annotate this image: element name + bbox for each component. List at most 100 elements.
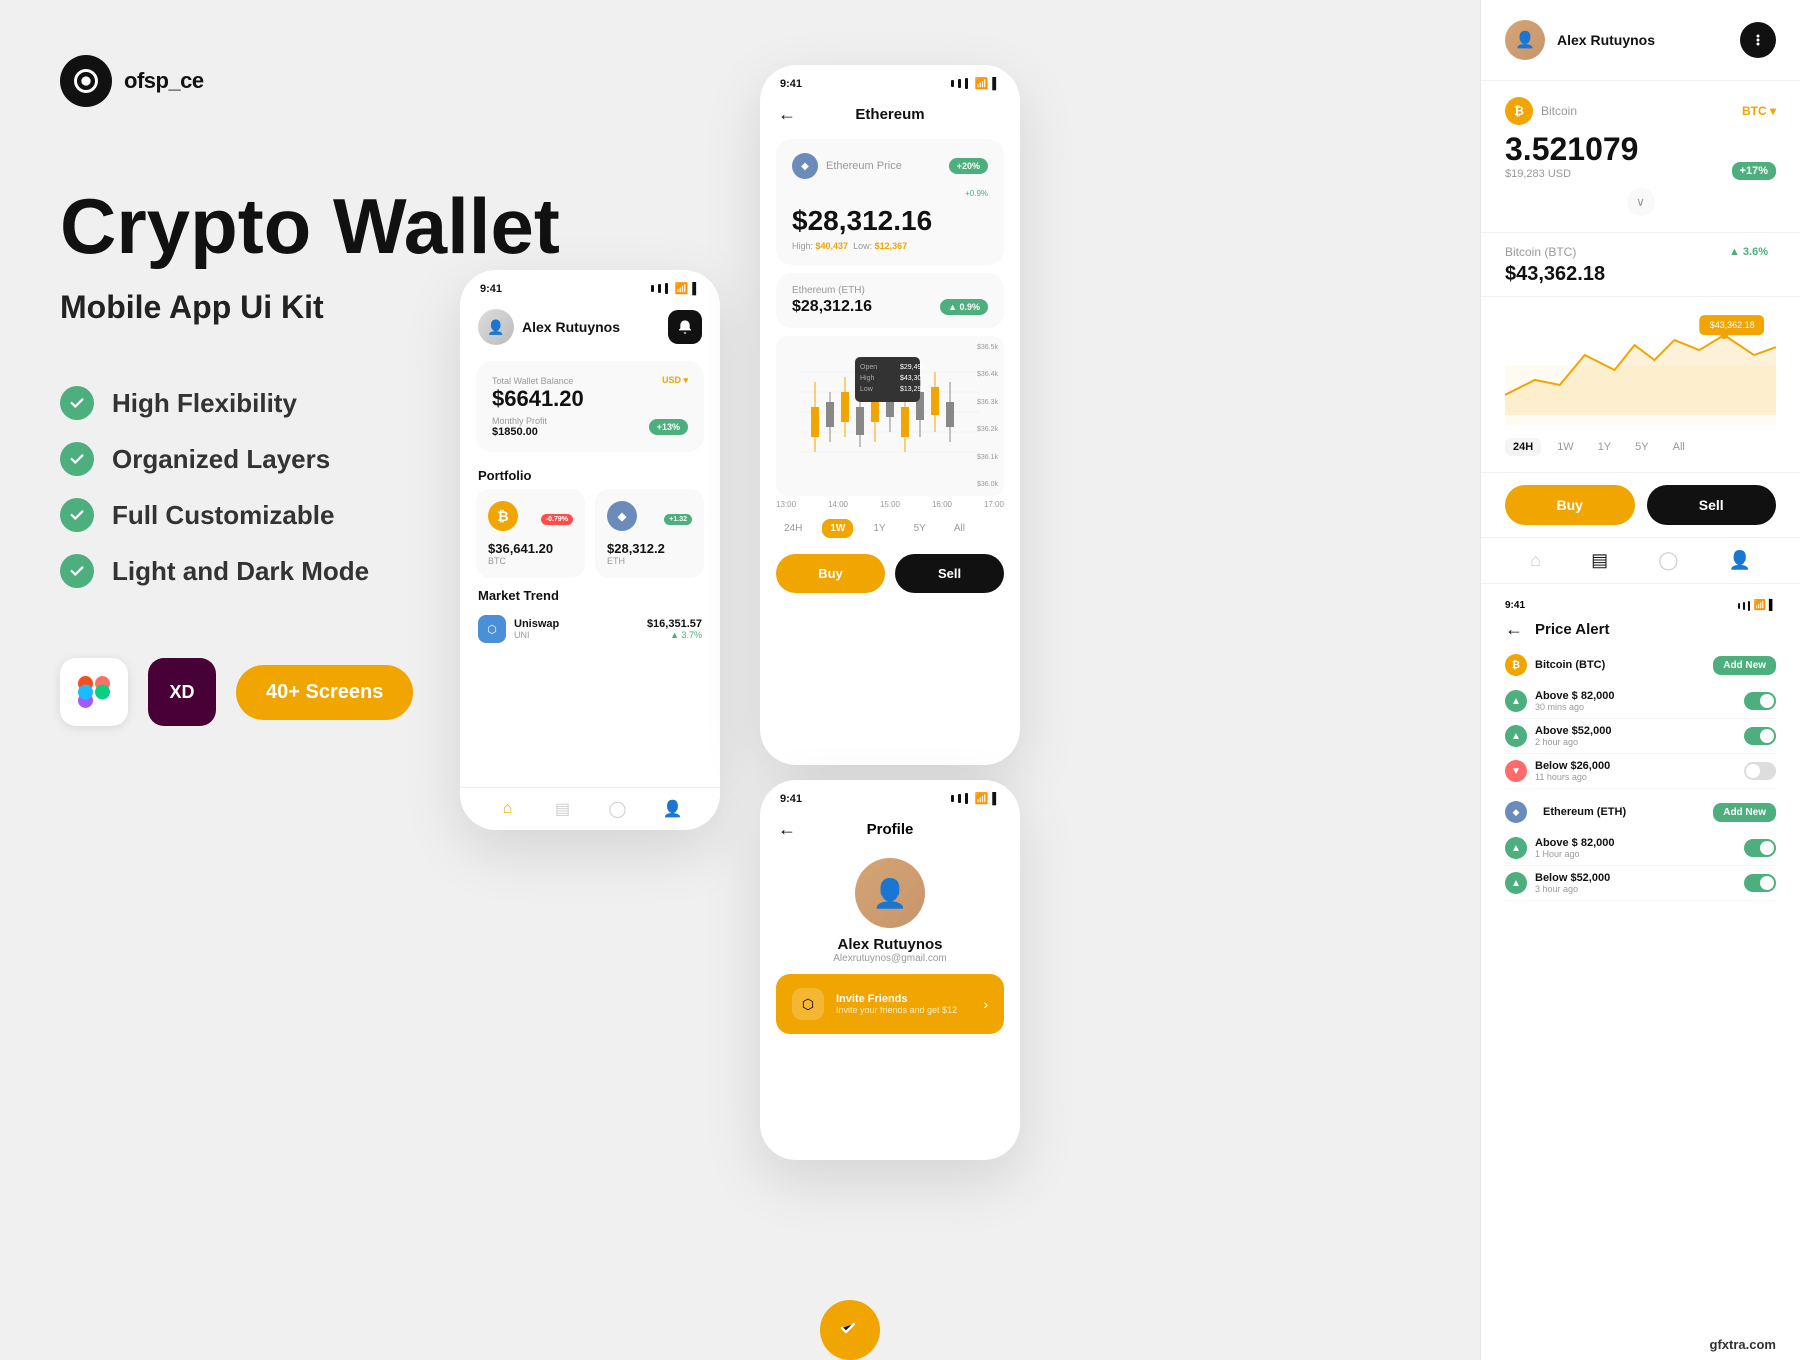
trade-row: Buy Sell bbox=[1481, 473, 1800, 538]
toggle-2[interactable] bbox=[1744, 727, 1776, 745]
phone1-header: 👤 Alex Rutuynos bbox=[460, 301, 720, 355]
btc-big-price: 3.521079 bbox=[1505, 131, 1638, 168]
eth-price: $28,312.2 bbox=[607, 541, 692, 556]
user-name-1: Alex Rutuynos bbox=[522, 319, 620, 335]
phone-mock-ethereum: 9:41 📶 ▌ ← Ethereum ◆ Ethereum Price +20… bbox=[760, 65, 1020, 765]
period-all[interactable]: All bbox=[1665, 438, 1693, 456]
buy-button-right[interactable]: Buy bbox=[1505, 485, 1635, 525]
bottom-nav-1: ⌂ ▤ ◯ 👤 bbox=[460, 787, 720, 830]
tab-24h[interactable]: 24H bbox=[776, 519, 810, 538]
wallet-amount: $6641.20 bbox=[492, 386, 688, 412]
logo-svg bbox=[72, 67, 100, 95]
screens-label: 40+ Screens bbox=[266, 681, 383, 703]
btc-selector[interactable]: BTC ▾ bbox=[1742, 104, 1776, 118]
btc-usd-section: Bitcoin (BTC) ▲ 3.6% $43,362.18 bbox=[1481, 233, 1800, 297]
alert-time-2: 2 hour ago bbox=[1535, 737, 1744, 747]
period-5y[interactable]: 5Y bbox=[1627, 438, 1656, 456]
chart-tabs-2: 24H 1W 1Y 5Y All bbox=[760, 513, 1020, 544]
nav-wallet-right[interactable]: ▤ bbox=[1591, 550, 1608, 571]
candles: $36.5k $36.4k $36.3k $36.2k $36.1k $36.0… bbox=[786, 346, 994, 486]
eth-alert-price-2: Below $52,000 bbox=[1535, 872, 1744, 884]
alert-section: 9:41 📶 ▌ ← Price Alert ₿ Bitcoin (BTC) A… bbox=[1481, 584, 1800, 909]
alert-item-1: ▲ Above $ 82,000 30 mins ago bbox=[1505, 684, 1776, 719]
toggle-3[interactable] bbox=[1744, 762, 1776, 780]
nav-home[interactable]: ⌂ bbox=[497, 798, 519, 820]
eth-toggle-2[interactable] bbox=[1744, 874, 1776, 892]
nav-profile[interactable]: 👤 bbox=[662, 798, 684, 820]
eth-toggle-1[interactable] bbox=[1744, 839, 1776, 857]
svg-text:Open: Open bbox=[860, 364, 877, 371]
profit-change: +13% bbox=[649, 419, 688, 435]
svg-text:Low: Low bbox=[860, 386, 874, 393]
invite-card[interactable]: ⬡ Invite Friends Invite your friends and… bbox=[776, 974, 1004, 1034]
btc-icon-right: ₿ bbox=[1505, 97, 1533, 125]
eth-price-card: ◆ Ethereum Price +20% +0.9% $28,312.16 H… bbox=[776, 139, 1004, 265]
user-area: 👤 Alex Rutuynos bbox=[478, 309, 620, 345]
profile-avatar-wrap: 👤 Alex Rutuynos Alexrutuynos@gmail.com bbox=[760, 848, 1020, 974]
time-3: 9:41 bbox=[780, 793, 802, 805]
period-1y[interactable]: 1Y bbox=[1590, 438, 1619, 456]
bell-button[interactable] bbox=[668, 310, 702, 344]
check-icon-1 bbox=[60, 386, 94, 420]
alert-time: 9:41 bbox=[1505, 600, 1525, 611]
btc-alert-label: Bitcoin (BTC) bbox=[1535, 659, 1605, 671]
eth-alert-item-1: ▲ Above $ 82,000 1 Hour ago bbox=[1505, 831, 1776, 866]
phone-mock-wallet: 9:41 📶 ▌ 👤 Alex Rutuynos Total Wallet Ba… bbox=[460, 270, 720, 830]
btc-change-badge: +17% bbox=[1732, 162, 1776, 180]
nav-profile-right[interactable]: 👤 bbox=[1728, 550, 1750, 571]
sell-button-right[interactable]: Sell bbox=[1647, 485, 1777, 525]
btc-add-new-button[interactable]: Add New bbox=[1713, 656, 1776, 675]
tab-1y[interactable]: 1Y bbox=[865, 519, 893, 538]
tab-1w[interactable]: 1W bbox=[822, 519, 853, 538]
feature-text-4: Light and Dark Mode bbox=[112, 556, 369, 587]
btc-alert-icon: ₿ bbox=[1505, 654, 1527, 676]
market-price-val: $16,351.57 bbox=[647, 618, 702, 630]
eth-range: High: $40,437 Low: $12,367 bbox=[792, 241, 988, 251]
eth-stat-change: ▲ 0.9% bbox=[940, 299, 988, 315]
eth-title: Ethereum bbox=[855, 106, 924, 123]
right-menu-button[interactable] bbox=[1740, 22, 1776, 58]
eth-icon: ◆ bbox=[607, 501, 637, 531]
back-arrow-2[interactable]: ← bbox=[778, 104, 796, 125]
alert-info-1: Above $ 82,000 30 mins ago bbox=[1535, 690, 1744, 712]
eth-add-new-button[interactable]: Add New bbox=[1713, 803, 1776, 822]
nav-chat[interactable]: ◯ bbox=[607, 798, 629, 820]
logo-icon bbox=[60, 55, 112, 107]
market-name: Uniswap bbox=[514, 618, 647, 630]
back-arrow-3[interactable]: ← bbox=[778, 819, 796, 840]
eth-alert-time-2: 3 hour ago bbox=[1535, 884, 1744, 894]
nav-home-right[interactable]: ⌂ bbox=[1530, 550, 1541, 571]
eth-low: $12,367 bbox=[875, 241, 908, 251]
alert-item-2: ▲ Above $52,000 2 hour ago bbox=[1505, 719, 1776, 754]
tab-5y[interactable]: 5Y bbox=[906, 519, 934, 538]
uni-icon: ⬡ bbox=[478, 615, 506, 643]
period-1w[interactable]: 1W bbox=[1549, 438, 1582, 456]
nav-wallet[interactable]: ▤ bbox=[552, 798, 574, 820]
wallet-label: Total Wallet Balance bbox=[492, 376, 573, 386]
signal-bar-1 bbox=[651, 285, 654, 292]
buy-button-2[interactable]: Buy bbox=[776, 554, 885, 593]
nav-chat-right[interactable]: ◯ bbox=[1658, 550, 1678, 571]
sell-button-2[interactable]: Sell bbox=[895, 554, 1004, 593]
chart-times: 13:00 14:00 15:00 16:00 17:00 bbox=[760, 496, 1020, 513]
eth-stats: Ethereum (ETH) $28,312.16 ▲ 0.9% bbox=[776, 273, 1004, 328]
feature-text-2: Organized Layers bbox=[112, 444, 330, 475]
period-24h[interactable]: 24H bbox=[1505, 438, 1541, 456]
alert-item-3: ▼ Below $26,000 11 hours ago bbox=[1505, 754, 1776, 789]
tab-all[interactable]: All bbox=[946, 519, 973, 538]
invite-title: Invite Friends bbox=[836, 993, 971, 1005]
alert-price-3: Below $26,000 bbox=[1535, 760, 1744, 772]
eth-alert-time-1: 1 Hour ago bbox=[1535, 849, 1744, 859]
right-avatar: 👤 bbox=[1505, 20, 1545, 60]
alert-back-arrow[interactable]: ← bbox=[1505, 619, 1523, 640]
up-arrow-icon-1: ▲ bbox=[1505, 690, 1527, 712]
eth-symbol: ETH bbox=[607, 556, 692, 566]
expand-button[interactable]: ∨ bbox=[1627, 188, 1655, 216]
eth-price-row: ◆ Ethereum Price +20% bbox=[792, 153, 988, 179]
eth-change: +1.32 bbox=[664, 514, 692, 525]
toggle-1[interactable] bbox=[1744, 692, 1776, 710]
xd-label: XD bbox=[169, 682, 194, 703]
eth-alert-icon: ◆ bbox=[1505, 801, 1527, 823]
eth-stat-label: Ethereum (ETH) bbox=[792, 285, 988, 296]
market-info: Uniswap UNI bbox=[514, 618, 647, 640]
